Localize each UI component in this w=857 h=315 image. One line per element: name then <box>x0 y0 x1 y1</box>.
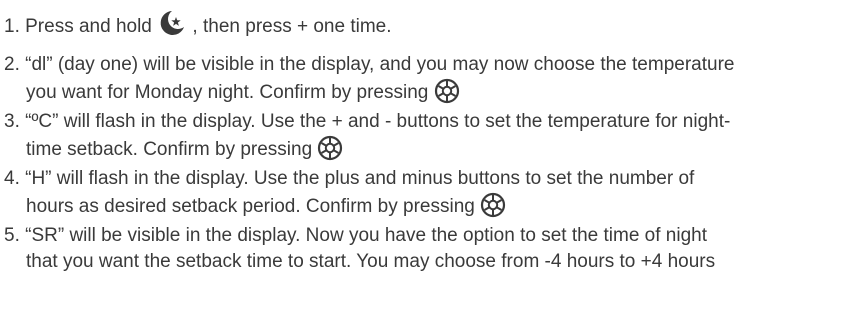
step-3-text: time setback. Confirm by pressing <box>26 139 318 160</box>
step-4: 4. “H” will flash in the display. Use th… <box>4 166 854 218</box>
gear-confirm-icon <box>317 135 343 161</box>
step-5-line-2: that you want the setback time to start.… <box>26 251 716 272</box>
step-1: 1. Press and hold , then press + one tim… <box>4 8 854 37</box>
step-5-line-1: 5. “SR” will be visible in the display. … <box>4 225 708 246</box>
step-2-line-1: 2. “dl” (day one) will be visible in the… <box>4 54 735 75</box>
step-4-line-2: hours as desired setback period. Confirm… <box>4 192 854 218</box>
instruction-document: 1. Press and hold , then press + one tim… <box>0 0 857 315</box>
step-1-text-b: , then press + one time. <box>187 16 392 37</box>
step-5: 5. “SR” will be visible in the display. … <box>4 223 854 275</box>
step-4-line-1: 4. “H” will flash in the display. Use th… <box>4 168 695 189</box>
moon-star-icon <box>157 8 187 38</box>
step-1-line-1: 1. Press and hold , then press + one tim… <box>4 8 854 37</box>
step-2-line-2: you want for Monday night. Confirm by pr… <box>4 78 854 104</box>
step-3-line-1: 3. “ºC” will flash in the display. Use t… <box>4 111 731 132</box>
step-3: 3. “ºC” will flash in the display. Use t… <box>4 109 854 161</box>
gear-confirm-icon <box>434 78 460 104</box>
step-4-text: hours as desired setback period. Confirm… <box>26 196 481 217</box>
step-1-text-a: 1. Press and hold <box>4 16 158 37</box>
gear-confirm-icon <box>480 192 506 218</box>
step-2-text: you want for Monday night. Confirm by pr… <box>26 82 434 103</box>
step-3-line-2: time setback. Confirm by pressing <box>4 135 854 161</box>
step-2: 2. “dl” (day one) will be visible in the… <box>4 52 854 104</box>
